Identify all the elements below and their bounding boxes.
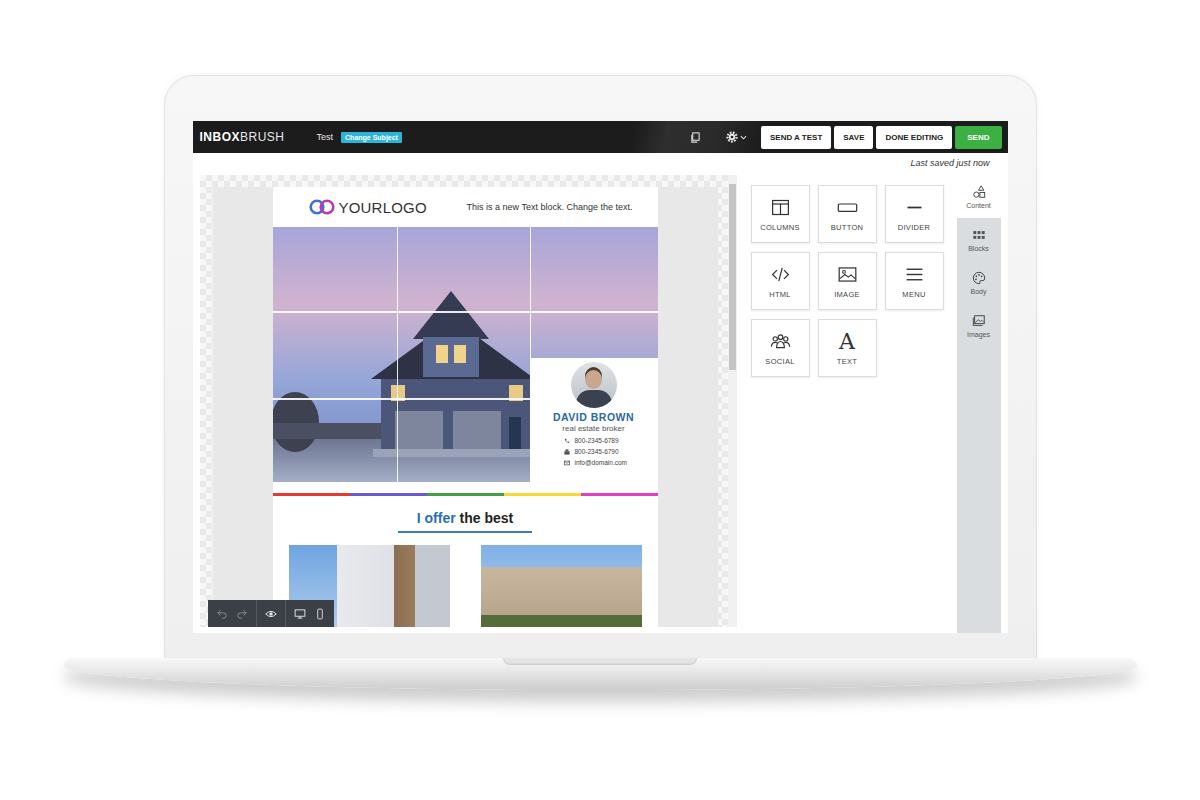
action-buttons: SEND A TESTSAVEDONE EDITINGSEND <box>761 126 1002 149</box>
action-button[interactable]: DONE EDITING <box>876 126 952 149</box>
menu-icon <box>904 264 925 285</box>
copy-icon[interactable] <box>690 132 701 143</box>
side-tab[interactable]: Body <box>957 261 1001 304</box>
settings-menu[interactable] <box>726 131 747 143</box>
content-tile[interactable]: ATEXT <box>818 319 877 377</box>
laptop-base <box>64 658 1137 690</box>
image-icon <box>837 264 858 285</box>
contact-row: 800-2345-6789 <box>564 437 627 444</box>
side-tab[interactable]: Blocks <box>957 218 1001 261</box>
action-button[interactable]: SEND A TEST <box>761 126 831 149</box>
save-status: Last saved just now <box>193 153 1008 173</box>
content-tile[interactable]: COLUMNS <box>751 185 810 243</box>
top-bar: INBOXBRUSHTestChange SubjectSEND A TESTS… <box>193 121 1008 153</box>
images-icon <box>972 314 986 328</box>
laptop-notch <box>503 658 697 665</box>
agent-title: real estate broker <box>562 424 624 433</box>
action-button[interactable]: SEND <box>955 126 1001 149</box>
preview-toolbar <box>208 600 334 627</box>
email-preview[interactable]: YOURLOGO This is a new Text block. Change… <box>273 187 658 627</box>
content-icon <box>972 185 986 199</box>
blocks-icon <box>972 228 986 242</box>
property-photo[interactable] <box>481 545 642 627</box>
screen: INBOXBRUSHTestChange SubjectSEND A TESTS… <box>193 121 1008 633</box>
content-tile[interactable]: BUTTON <box>818 185 877 243</box>
preview-icon[interactable] <box>265 608 277 620</box>
redo-icon[interactable] <box>236 608 248 620</box>
mobile-icon[interactable] <box>314 608 326 620</box>
fax-icon <box>564 449 570 455</box>
divider-icon <box>904 197 925 218</box>
agent-photo <box>571 362 617 408</box>
content-tile[interactable]: MENU <box>885 252 944 310</box>
hero-block[interactable]: DAVID BROWNreal estate broker 800-2345-67… <box>273 227 658 482</box>
app-logo[interactable]: INBOXBRUSH <box>200 130 285 144</box>
email-header[interactable]: YOURLOGO This is a new Text block. Change… <box>273 187 658 227</box>
canvas-scrollbar[interactable] <box>728 175 737 627</box>
tool-group <box>208 600 257 627</box>
laptop-lid: INBOXBRUSHTestChange SubjectSEND A TESTS… <box>164 75 1037 661</box>
content-tile[interactable]: DIVIDER <box>885 185 944 243</box>
editor-main: YOURLOGO This is a new Text block. Change… <box>193 173 1008 633</box>
subject: Test <box>317 132 334 142</box>
body-icon <box>972 271 986 285</box>
email-canvas: YOURLOGO This is a new Text block. Change… <box>200 175 737 627</box>
scrollbar-thumb[interactable] <box>729 184 736 370</box>
heading-underline <box>398 531 532 533</box>
desktop-icon[interactable] <box>294 608 306 620</box>
caret-icon[interactable] <box>740 134 747 141</box>
html-icon <box>770 264 791 285</box>
canvas-stage: YOURLOGO This is a new Text block. Change… <box>213 187 718 627</box>
side-tab[interactable]: Content <box>957 175 1001 218</box>
infinity-logo-icon <box>307 198 337 216</box>
header-text-block[interactable]: This is a new Text block. Change the tex… <box>467 202 633 212</box>
rainbow-divider[interactable] <box>273 493 658 496</box>
content-tile[interactable]: HTML <box>751 252 810 310</box>
contact-row: 800-2345-6790 <box>564 448 627 455</box>
action-button[interactable]: SAVE <box>834 126 873 149</box>
envelope-icon <box>564 460 570 466</box>
agent-card[interactable]: DAVID BROWNreal estate broker 800-2345-67… <box>530 358 658 482</box>
gear-icon[interactable] <box>726 131 738 143</box>
content-tile[interactable]: SOCIAL <box>751 319 810 377</box>
tool-group <box>286 600 334 627</box>
side-tabs: ContentBlocksBodyImages <box>957 175 1001 633</box>
undo-icon[interactable] <box>216 608 228 620</box>
content-tile[interactable]: IMAGE <box>818 252 877 310</box>
text-icon: A <box>839 331 855 352</box>
email-logo[interactable]: YOURLOGO <box>307 198 427 216</box>
phone-icon <box>564 438 570 444</box>
columns-icon <box>770 197 791 218</box>
content-panel: COLUMNSBUTTONDIVIDERHTMLIMAGEMENUSOCIALA… <box>740 173 957 633</box>
button-icon <box>837 197 858 218</box>
page: INBOXBRUSHTestChange SubjectSEND A TESTS… <box>0 0 1200 800</box>
change-subject-button[interactable]: Change Subject <box>341 132 402 143</box>
contact-list: 800-2345-6789 800-2345-6790 info@domain.co… <box>564 437 627 466</box>
tool-group <box>257 600 286 627</box>
agent-name: DAVID BROWN <box>553 411 634 423</box>
section-heading[interactable]: I offer the best <box>273 510 658 526</box>
contact-row: info@domain.com <box>564 459 627 466</box>
side-tab[interactable]: Images <box>957 304 1001 347</box>
social-icon <box>770 331 791 352</box>
